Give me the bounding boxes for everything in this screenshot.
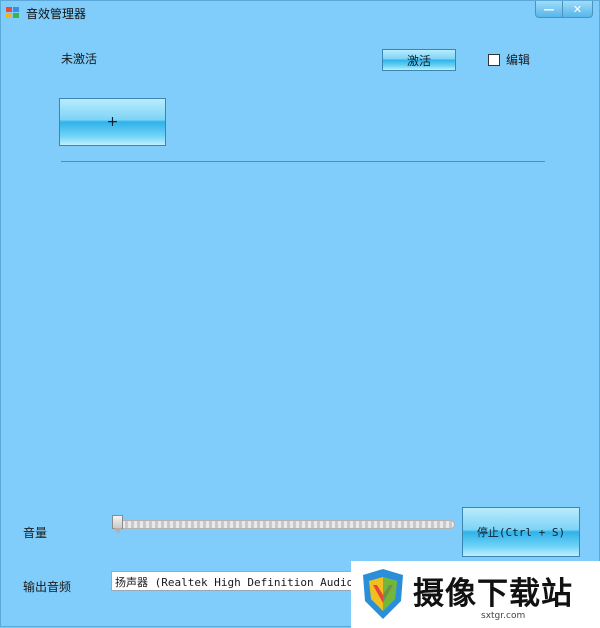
volume-label: 音量 <box>23 526 48 540</box>
volume-slider-track[interactable] <box>115 520 455 529</box>
output-device-label: 输出音频 <box>23 580 72 594</box>
volume-slider-thumb[interactable] <box>112 515 123 534</box>
window-controls: — ✕ <box>535 1 593 18</box>
close-icon: ✕ <box>572 2 583 16</box>
window-title: 音效管理器 <box>26 7 87 21</box>
minimize-icon: — <box>543 2 555 16</box>
watermark-title: 摄像下载站 <box>413 576 573 612</box>
title-bar[interactable]: 音效管理器 — ✕ <box>1 1 599 25</box>
divider <box>61 161 545 162</box>
close-button[interactable]: ✕ <box>563 1 593 18</box>
edit-toggle[interactable]: 编辑 <box>488 51 530 68</box>
activate-button[interactable]: 激活 <box>382 49 456 71</box>
app-icon <box>6 7 20 19</box>
app-window: 音效管理器 — ✕ 未激活 激活 编辑 + 音量 停止(Ctrl + S) 输出… <box>0 0 600 628</box>
add-sound-button[interactable]: + <box>59 98 166 146</box>
edit-checkbox[interactable] <box>488 53 500 66</box>
minimize-button[interactable]: — <box>535 1 563 18</box>
output-device-select[interactable]: 扬声器 (Realtek High Definition Audio) <box>111 571 361 591</box>
stop-button[interactable]: 停止(Ctrl + S) <box>462 507 580 557</box>
watermark-url: sxtgr.com <box>481 611 526 621</box>
watermark: 摄像下载站 sxtgr.com <box>351 561 600 628</box>
edit-checkbox-label: 编辑 <box>506 53 531 67</box>
watermark-logo-icon <box>363 569 403 619</box>
activation-status: 未激活 <box>61 52 98 66</box>
